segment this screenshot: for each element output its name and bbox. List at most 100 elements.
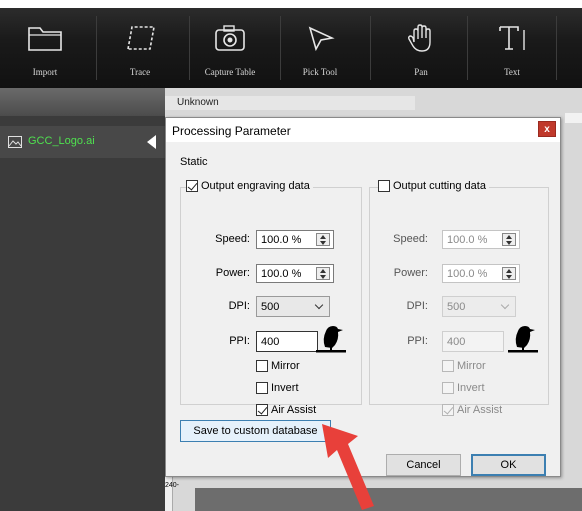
cutting-power-value: 100.0 % bbox=[447, 268, 488, 280]
pointer-icon bbox=[308, 26, 335, 52]
engraving-dpi-value: 500 bbox=[261, 301, 280, 313]
chevron-down-icon bbox=[500, 300, 510, 310]
text-tool-button[interactable]: Text bbox=[483, 8, 541, 88]
annotation-arrow-icon bbox=[322, 424, 374, 510]
canvas-area[interactable] bbox=[195, 488, 582, 511]
engraving-speed-label: Speed: bbox=[215, 233, 250, 245]
mirror-label: Mirror bbox=[457, 360, 486, 372]
layer-name-bar: Unknown bbox=[165, 96, 415, 110]
cutting-speed-stepper[interactable]: 100.0 % bbox=[442, 230, 520, 249]
close-button[interactable]: x bbox=[538, 121, 556, 137]
hand-icon bbox=[407, 24, 431, 52]
text-label: Text bbox=[504, 67, 520, 77]
spin-arrows-icon[interactable] bbox=[502, 233, 516, 246]
cutting-ppi-input[interactable]: 400 bbox=[442, 331, 504, 352]
pick-tool-button[interactable]: Pick Tool bbox=[291, 8, 349, 88]
air-assist-label: Air Assist bbox=[271, 404, 317, 416]
engraving-title: Output engraving data bbox=[201, 180, 310, 192]
toolbar-divider bbox=[370, 16, 371, 80]
dialog-title: Processing Parameter bbox=[172, 124, 291, 138]
pick-tool-label: Pick Tool bbox=[302, 67, 338, 77]
invert-label: Invert bbox=[457, 382, 485, 394]
cutting-speed-value: 100.0 % bbox=[447, 234, 488, 246]
engraving-speed-stepper[interactable]: 100.0 % bbox=[256, 230, 334, 249]
engraving-power-value: 100.0 % bbox=[261, 268, 302, 280]
chevron-down-icon bbox=[314, 300, 324, 310]
cutting-dpi-value: 500 bbox=[447, 301, 466, 313]
top-margin bbox=[0, 0, 582, 8]
engraving-dpi-select[interactable]: 500 bbox=[256, 296, 330, 317]
cutting-checkbox[interactable] bbox=[378, 180, 390, 192]
engraving-dpi-label: DPI: bbox=[228, 300, 250, 312]
capture-table-tool-button[interactable]: Capture Table bbox=[201, 8, 259, 88]
engraving-air-assist-option[interactable]: Air Assist bbox=[256, 404, 316, 416]
pan-label: Pan bbox=[414, 67, 428, 77]
spin-arrows-icon[interactable] bbox=[502, 267, 516, 280]
engraving-ppi-value: 400 bbox=[261, 336, 280, 348]
bird-preview-icon bbox=[508, 326, 538, 353]
layer-name: Unknown bbox=[177, 97, 219, 108]
mirror-label: Mirror bbox=[271, 360, 300, 372]
pan-tool-button[interactable]: Pan bbox=[392, 8, 450, 88]
capture-table-label: Capture Table bbox=[204, 67, 256, 77]
layers-panel: GCC_Logo.ai bbox=[0, 88, 165, 511]
cutting-title: Output cutting data bbox=[393, 180, 486, 192]
engraving-power-stepper[interactable]: 100.0 % bbox=[256, 264, 334, 283]
ok-button[interactable]: OK bbox=[471, 454, 546, 476]
section-label: Static bbox=[180, 156, 208, 168]
ruler-label: 240- bbox=[165, 482, 180, 489]
image-file-icon bbox=[8, 136, 22, 148]
cutting-mirror-option[interactable]: Mirror bbox=[442, 360, 486, 372]
engraving-power-label: Power: bbox=[215, 267, 250, 279]
toolbar-divider bbox=[189, 16, 190, 80]
toolbar-divider bbox=[467, 16, 468, 80]
trace-icon bbox=[127, 26, 155, 50]
cutting-invert-option[interactable]: Invert bbox=[442, 382, 485, 394]
engraving-invert-option[interactable]: Invert bbox=[256, 382, 299, 394]
mirror-checkbox[interactable] bbox=[256, 360, 268, 372]
cutting-legend[interactable]: Output cutting data bbox=[378, 180, 489, 192]
import-label: Import bbox=[32, 67, 58, 77]
invert-label: Invert bbox=[271, 382, 299, 394]
toolbar-divider bbox=[556, 16, 557, 80]
air-assist-label: Air Assist bbox=[457, 404, 503, 416]
text-icon bbox=[499, 26, 525, 50]
engraving-speed-value: 100.0 % bbox=[261, 234, 302, 246]
air-assist-checkbox[interactable] bbox=[256, 404, 268, 416]
engraving-ppi-input[interactable]: 400 bbox=[256, 331, 318, 352]
spin-arrows-icon[interactable] bbox=[316, 233, 330, 246]
cutting-power-stepper[interactable]: 100.0 % bbox=[442, 264, 520, 283]
invert-checkbox[interactable] bbox=[442, 382, 454, 394]
layers-panel-header bbox=[0, 88, 165, 116]
folder-icon bbox=[28, 27, 62, 51]
selection-caret bbox=[147, 135, 156, 149]
dialog-title-bar: Processing Parameter x bbox=[166, 118, 560, 142]
toolbar-divider bbox=[280, 16, 281, 80]
cutting-dpi-select[interactable]: 500 bbox=[442, 296, 516, 317]
spin-arrows-icon[interactable] bbox=[316, 267, 330, 280]
engraving-ppi-label: PPI: bbox=[229, 335, 250, 347]
horizontal-ruler bbox=[565, 113, 582, 123]
cutting-ppi-value: 400 bbox=[447, 336, 466, 348]
engraving-mirror-option[interactable]: Mirror bbox=[256, 360, 300, 372]
file-list-item[interactable]: GCC_Logo.ai bbox=[0, 126, 165, 158]
cutting-ppi-label: PPI: bbox=[407, 335, 428, 347]
main-toolbar: Import Trace Capture Table Pick Tool Pan bbox=[0, 8, 582, 88]
trace-label: Trace bbox=[129, 67, 151, 77]
cutting-speed-label: Speed: bbox=[393, 233, 428, 245]
import-tool-button[interactable]: Import bbox=[16, 8, 74, 88]
air-assist-checkbox[interactable] bbox=[442, 404, 454, 416]
mirror-checkbox[interactable] bbox=[442, 360, 454, 372]
engraving-checkbox[interactable] bbox=[186, 180, 198, 192]
cutting-dpi-label: DPI: bbox=[406, 300, 428, 312]
trace-tool-button[interactable]: Trace bbox=[111, 8, 169, 88]
invert-checkbox[interactable] bbox=[256, 382, 268, 394]
save-to-database-button[interactable]: Save to custom database bbox=[180, 420, 331, 442]
file-name: GCC_Logo.ai bbox=[28, 135, 95, 147]
cancel-button[interactable]: Cancel bbox=[386, 454, 461, 476]
cutting-power-label: Power: bbox=[393, 267, 428, 279]
bird-preview-icon bbox=[316, 326, 346, 353]
cutting-air-assist-option[interactable]: Air Assist bbox=[442, 404, 502, 416]
toolbar-divider bbox=[96, 16, 97, 80]
engraving-legend[interactable]: Output engraving data bbox=[186, 180, 313, 192]
